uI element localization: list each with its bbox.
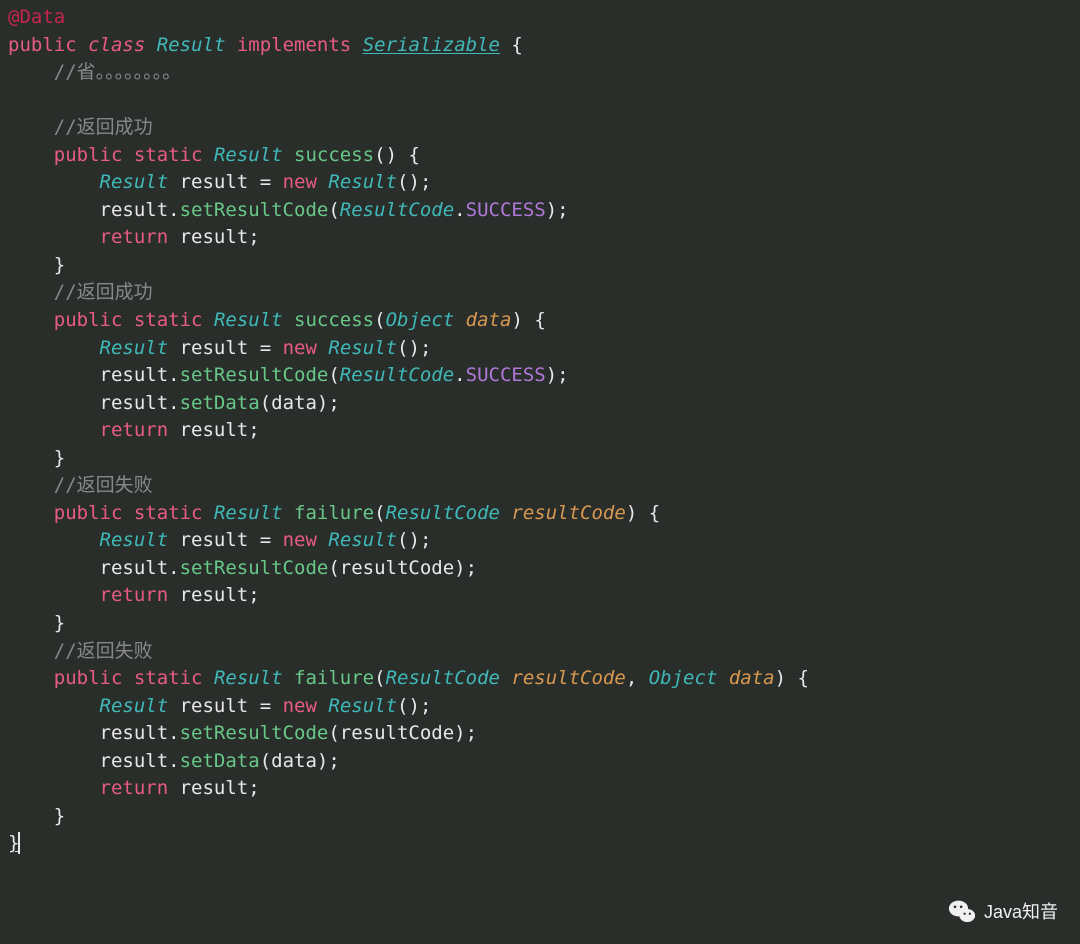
keyword-return: return xyxy=(100,777,169,799)
keyword-static: static xyxy=(134,667,203,689)
class-result: Result xyxy=(328,529,397,551)
comment-failure: //返回失败 xyxy=(54,474,153,496)
class-object: Object xyxy=(649,667,718,689)
method-setdata: setData xyxy=(180,392,260,414)
class-result: Result xyxy=(157,34,226,56)
param-data: data xyxy=(466,309,512,331)
method-setresultcode: setResultCode xyxy=(180,722,329,744)
param-resultcode: resultCode xyxy=(340,722,454,744)
class-resultcode: ResultCode xyxy=(386,502,500,524)
wechat-icon xyxy=(948,898,976,926)
var-result: result xyxy=(100,750,169,772)
var-result: result xyxy=(100,722,169,744)
comment-omit: //省。。。。。。。。 xyxy=(54,61,181,83)
method-setresultcode: setResultCode xyxy=(180,199,329,221)
var-result: result xyxy=(180,337,249,359)
param-resultcode: resultCode xyxy=(511,667,625,689)
keyword-new: new xyxy=(283,171,317,193)
keyword-static: static xyxy=(134,144,203,166)
keyword-static: static xyxy=(134,309,203,331)
code-editor[interactable]: @Data public class Result implements Ser… xyxy=(8,4,1072,858)
keyword-return: return xyxy=(100,584,169,606)
var-result: result xyxy=(180,419,249,441)
class-resultcode: ResultCode xyxy=(386,667,500,689)
class-result: Result xyxy=(214,309,283,331)
class-result: Result xyxy=(100,695,169,717)
method-failure: failure xyxy=(294,502,374,524)
var-result: result xyxy=(100,392,169,414)
keyword-static: static xyxy=(134,502,203,524)
class-result: Result xyxy=(328,337,397,359)
keyword-return: return xyxy=(100,226,169,248)
class-result: Result xyxy=(328,171,397,193)
constant-success: SUCCESS xyxy=(466,199,546,221)
keyword-implements: implements xyxy=(237,34,351,56)
param-resultcode: resultCode xyxy=(511,502,625,524)
class-serializable: Serializable xyxy=(363,34,500,56)
text-cursor xyxy=(18,832,20,855)
var-result: result xyxy=(100,364,169,386)
var-result: result xyxy=(180,529,249,551)
param-data: data xyxy=(271,750,317,772)
var-result: result xyxy=(180,777,249,799)
keyword-new: new xyxy=(283,337,317,359)
comment-failure: //返回失败 xyxy=(54,640,153,662)
method-setresultcode: setResultCode xyxy=(180,557,329,579)
class-resultcode: ResultCode xyxy=(340,199,454,221)
param-data: data xyxy=(729,667,775,689)
var-result: result xyxy=(180,584,249,606)
watermark-text: Java知音 xyxy=(984,899,1058,925)
var-result: result xyxy=(100,557,169,579)
keyword-new: new xyxy=(283,529,317,551)
comment-success: //返回成功 xyxy=(54,116,153,138)
param-data: data xyxy=(271,392,317,414)
class-result: Result xyxy=(100,337,169,359)
var-result: result xyxy=(180,695,249,717)
keyword-class: class xyxy=(88,34,145,56)
watermark: Java知音 xyxy=(948,898,1058,926)
class-result: Result xyxy=(214,502,283,524)
comment-success: //返回成功 xyxy=(54,281,153,303)
class-result: Result xyxy=(100,171,169,193)
class-resultcode: ResultCode xyxy=(340,364,454,386)
constant-success: SUCCESS xyxy=(466,364,546,386)
class-result: Result xyxy=(100,529,169,551)
keyword-public: public xyxy=(8,34,77,56)
method-failure: failure xyxy=(294,667,374,689)
param-resultcode: resultCode xyxy=(340,557,454,579)
method-success: success xyxy=(294,144,374,166)
var-result: result xyxy=(180,226,249,248)
annotation: @Data xyxy=(8,6,65,28)
method-success: success xyxy=(294,309,374,331)
keyword-return: return xyxy=(100,419,169,441)
class-object: Object xyxy=(386,309,455,331)
class-result: Result xyxy=(214,667,283,689)
class-result: Result xyxy=(328,695,397,717)
keyword-public: public xyxy=(54,309,123,331)
keyword-public: public xyxy=(54,502,123,524)
class-result: Result xyxy=(214,144,283,166)
method-setdata: setData xyxy=(180,750,260,772)
brace: { xyxy=(511,34,522,56)
keyword-new: new xyxy=(283,695,317,717)
keyword-public: public xyxy=(54,144,123,166)
var-result: result xyxy=(180,171,249,193)
keyword-public: public xyxy=(54,667,123,689)
var-result: result xyxy=(100,199,169,221)
method-setresultcode: setResultCode xyxy=(180,364,329,386)
